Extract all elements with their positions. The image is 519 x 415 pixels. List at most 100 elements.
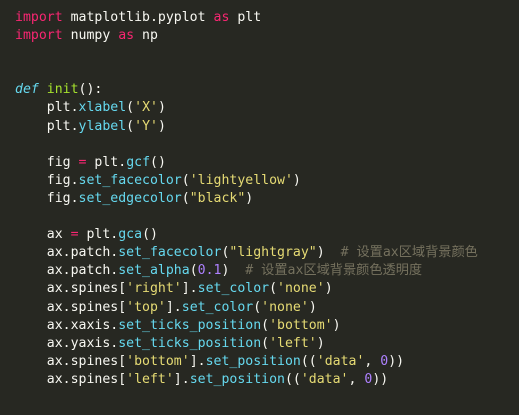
method-token: set_position [205, 353, 301, 369]
code-token: ) [157, 118, 166, 134]
code-token: ax.patch. [15, 263, 119, 279]
code-token: ) [332, 317, 341, 333]
code-token: numpy [62, 28, 119, 44]
code-line: fig.set_edgecolor("black") [15, 190, 519, 208]
code-line: plt.xlabel('X') [15, 99, 519, 117]
code-token: ) [324, 281, 333, 297]
code-token: ( [181, 172, 190, 188]
code-token: (( [300, 353, 317, 369]
code-token: ax.spines[ [15, 281, 127, 297]
string-token: 'none' [261, 299, 309, 315]
string-token: "lightgray" [229, 245, 317, 261]
code-token: ( [253, 299, 262, 315]
code-line: plt.ylabel('Y') [15, 118, 519, 136]
code-line: import matplotlib.pyplot as plt [15, 9, 519, 27]
code-token: matplotlib.pyplot [62, 10, 214, 25]
code-line: ax.spines['left'].set_position(('data', … [15, 371, 519, 389]
code-token: ) [245, 190, 254, 206]
string-token: 'bottom' [269, 317, 333, 333]
code-token: )) [372, 371, 389, 387]
code-token: ) [316, 335, 325, 351]
method-token: set_color [181, 299, 254, 315]
comment-token: # 设置ax区域背景颜色 [340, 245, 478, 261]
code-token: plt. [86, 154, 127, 170]
code-token: ]. [165, 299, 182, 315]
def-keyword-token: def [15, 82, 39, 98]
code-token: ( [261, 317, 270, 333]
string-token: 'lightyellow' [189, 172, 293, 188]
method-token: set_ticks_position [118, 335, 262, 351]
method-token: set_alpha [118, 263, 190, 279]
code-token: ( [126, 100, 135, 116]
code-token: ( [261, 335, 270, 351]
string-token: 'top' [126, 299, 166, 315]
keyword-token: import [15, 28, 63, 44]
code-token: fig. [15, 190, 79, 206]
code-token: ax.spines[ [15, 299, 127, 315]
code-token: ) [221, 263, 246, 279]
function-name-token: init [46, 82, 79, 98]
code-token: ax.spines[ [15, 353, 127, 369]
code-token: ]. [173, 371, 190, 387]
code-token: ( [269, 281, 278, 297]
code-token: ) [308, 299, 317, 315]
code-token: ax.xaxis. [15, 317, 119, 333]
code-line: ax.patch.set_alpha(0.1) # 设置ax区域背景颜色透明度 [15, 262, 519, 280]
code-token: fig [15, 154, 79, 170]
code-token: (): [78, 82, 103, 98]
code-token: ax [15, 227, 71, 243]
keyword-token: as [213, 10, 230, 25]
keyword-token: as [118, 28, 135, 44]
code-line: ax.spines['right'].set_color('none') [15, 280, 519, 298]
method-token: set_position [189, 371, 285, 387]
comment-token: # 设置ax区域背景颜色透明度 [245, 263, 423, 279]
string-token: 'left' [126, 371, 174, 387]
code-line: import numpy as np [15, 27, 519, 45]
code-token: (( [284, 371, 301, 387]
code-line: ax.xaxis.set_ticks_position('bottom') [15, 317, 519, 335]
code-token: , [348, 371, 365, 387]
method-token: set_ticks_position [118, 317, 262, 333]
method-token: set_facecolor [118, 245, 222, 261]
code-token: ax.patch. [15, 245, 119, 261]
code-line: def init(): [15, 81, 519, 99]
string-token: 'bottom' [126, 353, 190, 369]
code-token: ax.yaxis. [15, 335, 119, 351]
method-token: gca [118, 227, 143, 243]
code-token: ( [126, 118, 135, 134]
code-token: ( [181, 190, 190, 206]
string-token: 'left' [269, 335, 317, 351]
code-token: ( [189, 263, 198, 279]
code-token: ax.spines[ [15, 371, 127, 387]
string-token: 'none' [277, 281, 325, 297]
code-token: plt. [15, 100, 79, 116]
string-token: 'data' [316, 353, 365, 369]
code-editor[interactable]: import matplotlib.pyplot as plt import nu… [0, 0, 519, 415]
code-line: fig.set_facecolor('lightyellow') [15, 172, 519, 190]
code-token: ]. [189, 353, 206, 369]
code-token: )) [388, 353, 405, 369]
code-line: ax.patch.set_facecolor("lightgray") # 设置… [15, 244, 519, 262]
operator-token: = [70, 227, 79, 243]
code-token: plt. [15, 118, 79, 134]
method-token: xlabel [78, 100, 127, 116]
code-line: ax = plt.gca() [15, 226, 519, 244]
code-token: , [364, 353, 381, 369]
code-line: ax.yaxis.set_ticks_position('left') [15, 335, 519, 353]
number-token: 0.1 [197, 263, 222, 279]
code-token: ]. [181, 281, 198, 297]
method-token: set_facecolor [78, 172, 182, 188]
string-token: 'Y' [134, 118, 158, 134]
code-token: fig. [15, 172, 79, 188]
code-line: fig = plt.gcf() [15, 154, 519, 172]
string-token: "black" [189, 190, 246, 206]
code-token: plt. [78, 227, 119, 243]
code-token: () [142, 227, 158, 243]
method-token: ylabel [78, 118, 127, 134]
keyword-token: import [15, 10, 63, 25]
